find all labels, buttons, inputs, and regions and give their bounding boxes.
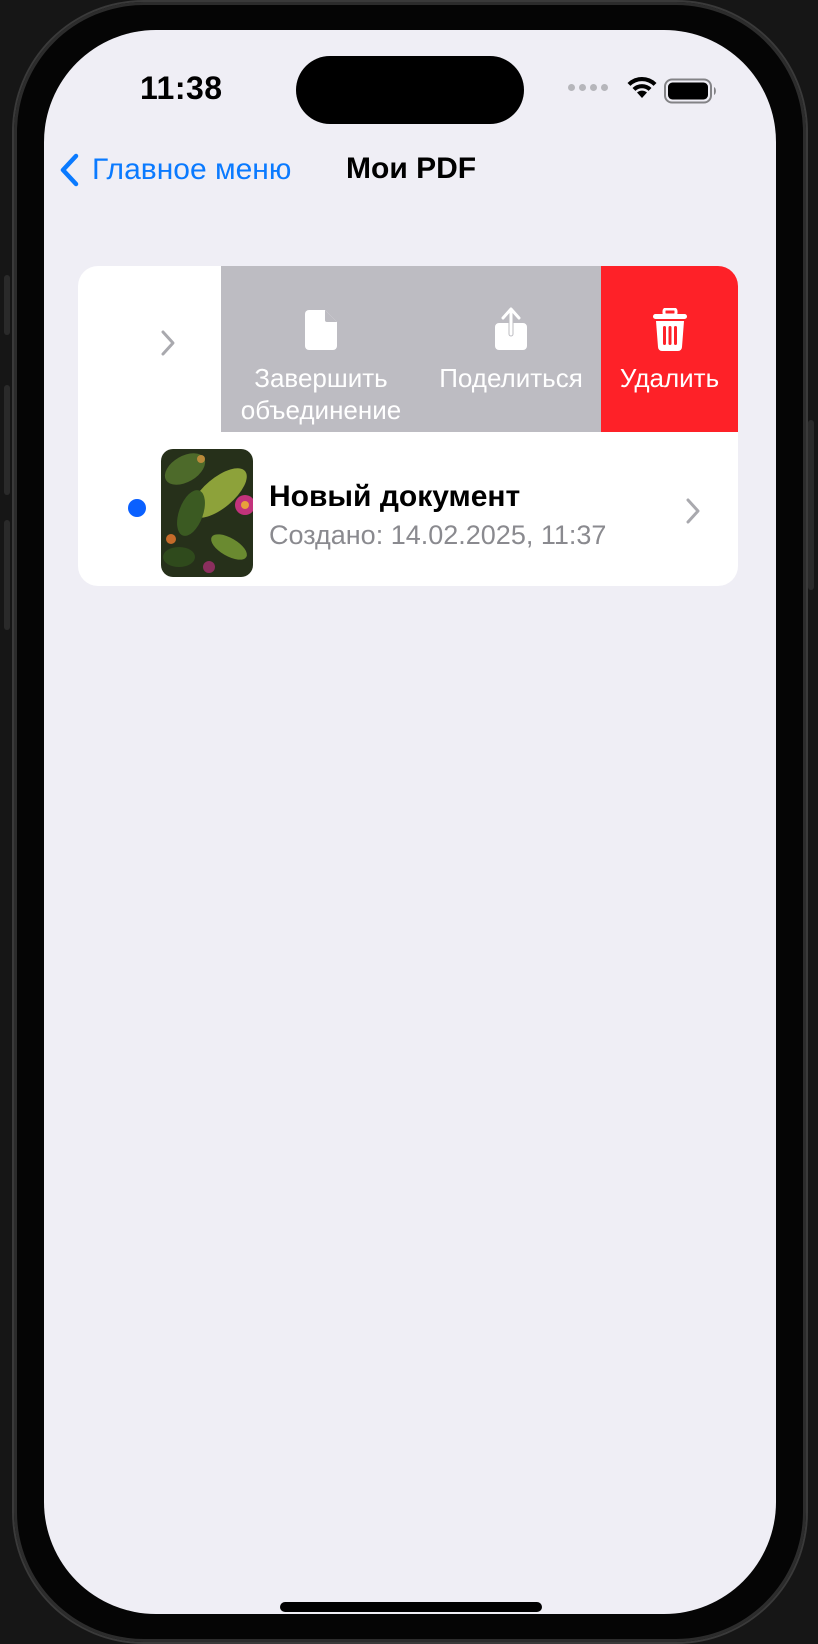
share-label: Поделиться [439, 363, 583, 393]
delete-label: Удалить [619, 363, 720, 393]
battery-icon [664, 78, 716, 104]
swipe-actions: Завершить объединение Поделиться Удалить [221, 266, 738, 432]
delete-button[interactable]: Удалить [601, 266, 738, 432]
unread-indicator [128, 499, 146, 517]
side-button-power [808, 420, 814, 590]
signal-icon [568, 84, 608, 91]
document-thumbnail [161, 449, 253, 577]
status-indicators [568, 74, 758, 106]
swiped-row[interactable]: Завершить объединение Поделиться Удалить [78, 266, 738, 432]
side-button-volume-down [4, 520, 10, 630]
dynamic-island [296, 56, 524, 124]
document-list: Завершить объединение Поделиться Удалить… [78, 266, 738, 586]
list-item[interactable]: Новый документ Создано: 14.02.2025, 11:3… [78, 432, 738, 586]
back-button[interactable]: Главное меню [58, 140, 291, 200]
status-time: 11:38 [140, 70, 223, 106]
chevron-left-icon [60, 153, 79, 187]
document-icon [305, 310, 337, 350]
screen: 11:38 Главное меню Мои PDF Завершить объ… [44, 30, 776, 1614]
share-icon [495, 307, 527, 350]
chevron-right-icon [686, 498, 700, 524]
document-created-date: Создано: 14.02.2025, 11:37 [269, 520, 607, 550]
trash-icon [652, 308, 687, 351]
page-title: Мои PDF [346, 152, 477, 185]
finish-merge-label-line2: объединение [240, 395, 402, 425]
chevron-right-icon [161, 330, 175, 356]
side-button-volume-up [4, 385, 10, 495]
home-indicator[interactable] [280, 1602, 542, 1612]
wifi-icon [627, 76, 657, 98]
side-button-action [4, 275, 10, 335]
navigation-bar: Главное меню Мои PDF [44, 140, 776, 200]
finish-merge-button[interactable]: Завершить объединение [221, 266, 421, 432]
document-title: Новый документ [269, 480, 521, 513]
share-button[interactable]: Поделиться [421, 266, 601, 432]
back-button-label: Главное меню [92, 153, 292, 186]
finish-merge-label-line1: Завершить [254, 363, 388, 393]
